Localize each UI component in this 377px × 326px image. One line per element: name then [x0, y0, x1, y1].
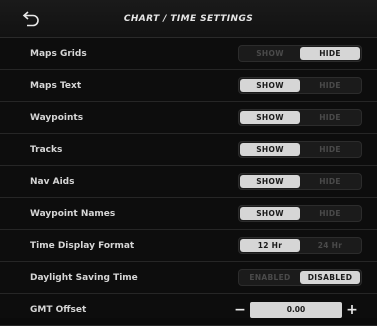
back-button[interactable] [20, 9, 42, 29]
setting-row-tracks: Tracks SHOW HIDE [0, 134, 377, 166]
option-disabled[interactable]: DISABLED [300, 271, 360, 284]
settings-screen: CHART / TIME SETTINGS Maps Grids SHOW HI… [0, 0, 377, 326]
setting-label: Waypoints [30, 112, 84, 123]
back-arrow-icon [22, 11, 39, 27]
gmt-offset-stepper: − 0.00 + [230, 301, 362, 319]
plus-button[interactable]: + [342, 301, 362, 319]
setting-row-daylight-saving: Daylight Saving Time ENABLED DISABLED [0, 262, 377, 294]
option-show[interactable]: SHOW [240, 207, 300, 220]
option-hide[interactable]: HIDE [300, 175, 360, 188]
setting-label: Daylight Saving Time [30, 272, 138, 283]
gmt-offset-value[interactable]: 0.00 [250, 301, 342, 318]
toggle-nav-aids: SHOW HIDE [238, 173, 362, 190]
option-hide[interactable]: HIDE [300, 143, 360, 156]
option-show[interactable]: SHOW [240, 79, 300, 92]
header-bar: CHART / TIME SETTINGS [0, 0, 377, 38]
setting-label: GMT Offset [30, 304, 87, 315]
minus-button[interactable]: − [230, 301, 250, 319]
option-show[interactable]: SHOW [240, 175, 300, 188]
setting-row-waypoint-names: Waypoint Names SHOW HIDE [0, 198, 377, 230]
setting-row-gmt-offset: GMT Offset − 0.00 + [0, 294, 377, 326]
setting-label: Time Display Format [30, 240, 135, 251]
option-hide[interactable]: HIDE [300, 47, 360, 60]
setting-label: Maps Grids [30, 48, 87, 59]
toggle-daylight-saving: ENABLED DISABLED [238, 269, 362, 286]
option-24-hr[interactable]: 24 Hr [300, 239, 360, 252]
setting-row-maps-text: Maps Text SHOW HIDE [0, 70, 377, 102]
toggle-maps-text: SHOW HIDE [238, 77, 362, 94]
option-show[interactable]: SHOW [240, 47, 300, 60]
toggle-tracks: SHOW HIDE [238, 141, 362, 158]
setting-label: Nav Aids [30, 176, 75, 187]
setting-row-waypoints: Waypoints SHOW HIDE [0, 102, 377, 134]
setting-row-time-format: Time Display Format 12 Hr 24 Hr [0, 230, 377, 262]
toggle-time-format: 12 Hr 24 Hr [238, 237, 362, 254]
toggle-maps-grids: SHOW HIDE [238, 45, 362, 62]
setting-row-maps-grids: Maps Grids SHOW HIDE [0, 38, 377, 70]
setting-label: Waypoint Names [30, 208, 116, 219]
option-hide[interactable]: HIDE [300, 111, 360, 124]
toggle-waypoints: SHOW HIDE [238, 109, 362, 126]
option-show[interactable]: SHOW [240, 111, 300, 124]
setting-row-nav-aids: Nav Aids SHOW HIDE [0, 166, 377, 198]
option-hide[interactable]: HIDE [300, 207, 360, 220]
setting-label: Tracks [30, 144, 63, 155]
toggle-waypoint-names: SHOW HIDE [238, 205, 362, 222]
option-12-hr[interactable]: 12 Hr [240, 239, 300, 252]
option-enabled[interactable]: ENABLED [240, 271, 300, 284]
setting-label: Maps Text [30, 80, 82, 91]
option-show[interactable]: SHOW [240, 143, 300, 156]
settings-list: Maps Grids SHOW HIDE Maps Text SHOW HIDE… [0, 38, 377, 326]
option-hide[interactable]: HIDE [300, 79, 360, 92]
page-title: CHART / TIME SETTINGS [123, 13, 254, 24]
